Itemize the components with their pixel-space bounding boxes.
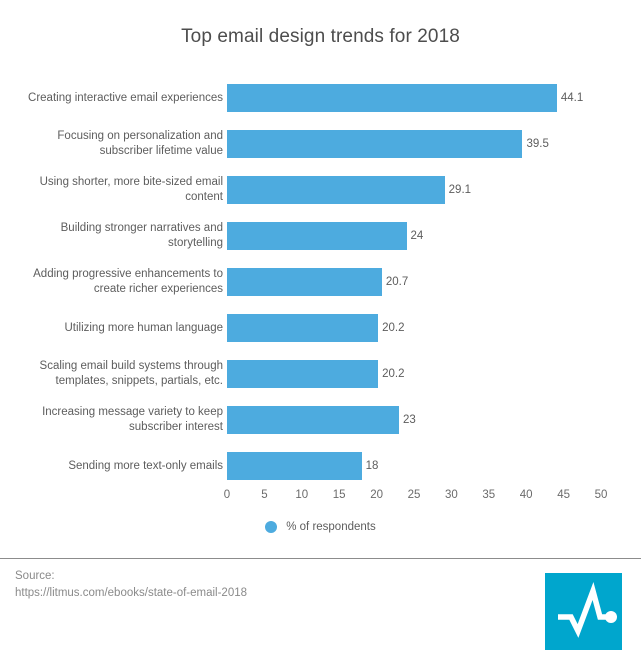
bar-track: 29.1: [227, 176, 601, 204]
bar-value-label: 18: [365, 460, 379, 472]
source-block: Source: https://litmus.com/ebooks/state-…: [15, 568, 247, 602]
category-label-line: Increasing message variety to keep: [42, 406, 223, 418]
bar-row: Utilizing more human language 20.2: [0, 305, 641, 351]
bar[interactable]: [227, 222, 407, 250]
bar[interactable]: [227, 452, 362, 480]
category-label-line: subscriber lifetime value: [99, 145, 223, 157]
x-axis-tick: 40: [519, 489, 533, 501]
infographic-chart-card: Top email design trends for 2018 Creatin…: [0, 0, 641, 658]
category-label: Sending more text-only emails: [13, 443, 223, 489]
category-label-line: Focusing on personalization and: [57, 130, 223, 142]
category-label-line: templates, snippets, partials, etc.: [55, 375, 223, 387]
category-label-line: storytelling: [168, 237, 223, 249]
category-label: Utilizing more human language: [13, 305, 223, 351]
category-label-line: content: [185, 191, 223, 203]
bar-track: 23: [227, 406, 601, 434]
category-label: Increasing message variety to keep subscr…: [13, 397, 223, 443]
bar-value-label: 39.5: [526, 138, 549, 150]
legend-label: % of respondents: [286, 521, 376, 533]
x-axis-tick: 5: [261, 489, 268, 501]
bar-track: 39.5: [227, 130, 601, 158]
chart-plot-area: Creating interactive email experiences 44…: [0, 75, 641, 501]
category-label-line: create richer experiences: [93, 283, 223, 295]
x-axis-tick: 25: [407, 489, 421, 501]
bar-row: Sending more text-only emails 18: [0, 443, 641, 489]
bar-value-label: 20.2: [382, 322, 405, 334]
category-label-line: Using shorter, more bite-sized email: [39, 176, 223, 188]
chart-legend: % of respondents: [0, 521, 641, 533]
x-axis-tick: 15: [332, 489, 346, 501]
bar-track: 20.2: [227, 360, 601, 388]
category-label: Building stronger narratives and storytel…: [13, 213, 223, 259]
legend-marker-icon: [265, 521, 278, 533]
x-axis-tick: 35: [482, 489, 496, 501]
category-label-line: Scaling email build systems through: [39, 360, 223, 372]
category-label: Creating interactive email experiences: [13, 75, 223, 121]
bar-track: 24: [227, 222, 601, 250]
bar-row: Creating interactive email experiences 44…: [0, 75, 641, 121]
category-label-line: Utilizing more human language: [64, 321, 223, 334]
footer-divider: [0, 558, 641, 559]
bar[interactable]: [227, 406, 400, 434]
source-label: Source:: [15, 570, 55, 582]
bar-row: Scaling email build systems through templ…: [0, 351, 641, 397]
bar-value-label: 29.1: [448, 184, 472, 196]
category-label: Adding progressive enhancements to create…: [13, 259, 223, 305]
category-label: Scaling email build systems through templ…: [13, 351, 223, 397]
category-label-line: Creating interactive email experiences: [28, 91, 223, 104]
bar-value-label: 24: [410, 230, 424, 242]
x-axis-tick: 20: [370, 489, 383, 501]
category-label-line: subscriber interest: [129, 421, 223, 433]
x-axis-tick: 10: [295, 489, 309, 501]
chart-title: Top email design trends for 2018: [181, 26, 460, 47]
bar[interactable]: [227, 176, 445, 204]
category-label-line: Adding progressive enhancements to: [33, 268, 223, 280]
bar-row: Focusing on personalization and subscribe…: [0, 121, 641, 167]
category-label-line: Sending more text-only emails: [68, 459, 223, 472]
bar-value-label: 20.7: [385, 276, 409, 288]
bar[interactable]: [227, 360, 379, 388]
bar-track: 18: [227, 452, 601, 480]
bar[interactable]: [227, 130, 523, 158]
bar-track: 20.7: [227, 268, 601, 296]
x-axis: 0 5 10 15 20 25 30 35 40 45 50: [223, 489, 608, 511]
x-axis-tick: 45: [557, 489, 570, 501]
bar-row: Building stronger narratives and storytel…: [0, 213, 641, 259]
x-axis-tick: 50: [594, 489, 608, 501]
category-label: Using shorter, more bite-sized email cont…: [13, 167, 223, 213]
bar[interactable]: [227, 268, 382, 296]
bar-rows: Creating interactive email experiences 44…: [0, 75, 641, 489]
source-url[interactable]: https://litmus.com/ebooks/state-of-email…: [15, 585, 247, 602]
x-axis-tick: 30: [444, 489, 458, 501]
category-label-line: Building stronger narratives and: [60, 222, 223, 234]
bar-track: 44.1: [227, 84, 601, 112]
bar-row: Using shorter, more bite-sized email cont…: [0, 167, 641, 213]
bar[interactable]: [227, 314, 379, 342]
bar-track: 20.2: [227, 314, 601, 342]
bar[interactable]: [227, 84, 557, 112]
x-axis-tick: 0: [223, 489, 231, 501]
bar-row: Adding progressive enhancements to create…: [0, 259, 641, 305]
pulse-logo: [545, 573, 622, 650]
bar-value-label: 20.2: [382, 368, 405, 380]
bar-value-label: 44.1: [560, 92, 584, 104]
bar-row: Increasing message variety to keep subscr…: [0, 397, 641, 443]
bar-value-label: 23: [403, 414, 416, 426]
category-label: Focusing on personalization and subscribe…: [13, 121, 223, 167]
